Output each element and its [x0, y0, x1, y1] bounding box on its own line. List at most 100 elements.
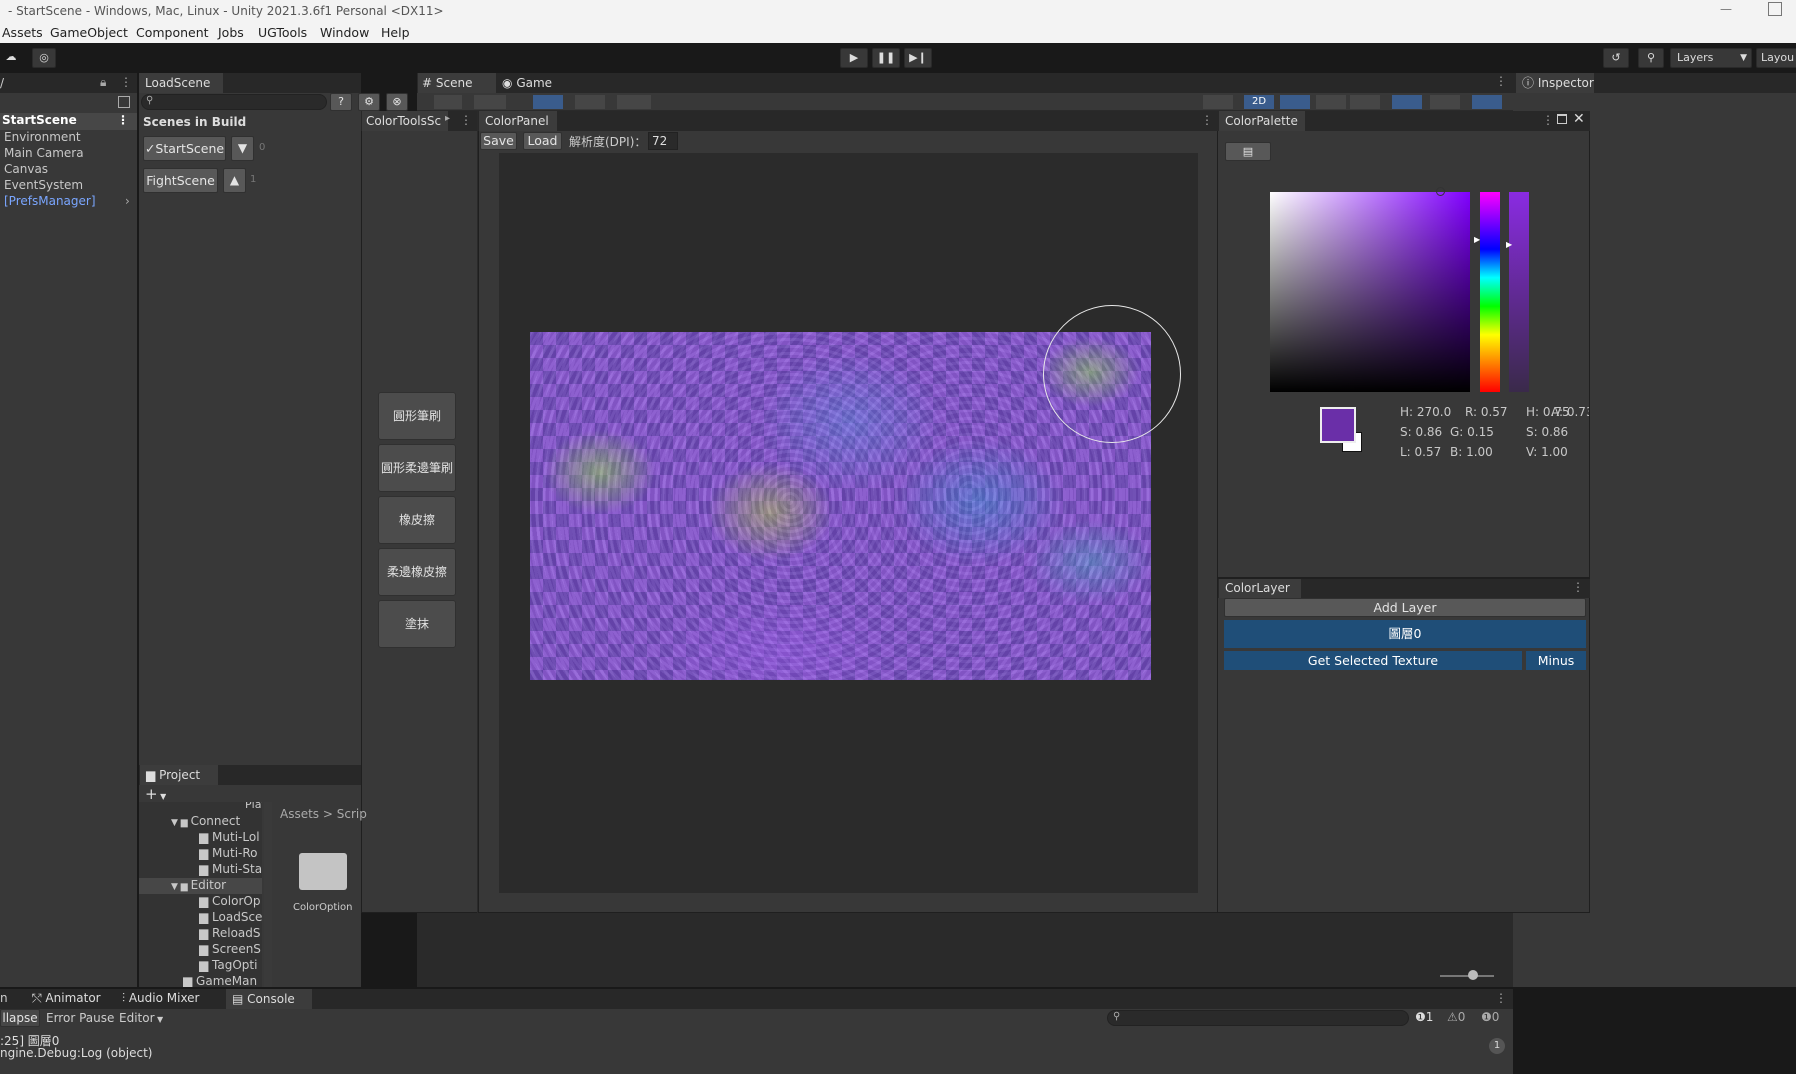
- tree-item-editor[interactable]: ▼ ▆ Editor: [139, 878, 262, 894]
- breadcrumb-scripts[interactable]: Scrip: [337, 807, 367, 821]
- dpi-input[interactable]: 72: [648, 132, 678, 150]
- hierarchy-item[interactable]: Environment: [4, 130, 81, 144]
- error-count-toggle[interactable]: ❶0: [1481, 1010, 1499, 1024]
- tab-color-palette[interactable]: ColorPalette: [1219, 111, 1305, 131]
- gizmo-button[interactable]: [434, 95, 462, 109]
- mode-2d-button[interactable]: 2D: [1244, 95, 1274, 109]
- chevron-right-icon[interactable]: ▸: [445, 113, 450, 124]
- pause-button[interactable]: ❚❚: [872, 48, 900, 68]
- hue-slider-handle[interactable]: ▶: [1474, 235, 1480, 244]
- close-circle-icon[interactable]: ⊗: [386, 93, 408, 111]
- tab-game[interactable]: ◉ Game: [498, 73, 568, 93]
- tree-item[interactable]: ▆ LoadSce: [199, 910, 262, 924]
- palette-mode-button[interactable]: ▤: [1225, 142, 1271, 161]
- tab-color-tools[interactable]: ColorToolsSc: [362, 111, 448, 131]
- load-scene-search[interactable]: ⚲: [141, 94, 327, 110]
- load-button[interactable]: Load: [523, 132, 562, 150]
- alpha-slider-handle[interactable]: ▶: [1506, 240, 1512, 249]
- tree-item[interactable]: ▆ Muti-Lol: [199, 830, 260, 844]
- warning-count-toggle[interactable]: ⚠0: [1447, 1010, 1465, 1024]
- tab-color-layer[interactable]: ColorLayer: [1219, 579, 1301, 598]
- more-options-icon[interactable]: ⋮: [460, 113, 472, 127]
- tab-scene[interactable]: # Scene: [418, 73, 496, 93]
- menu-help[interactable]: Help: [381, 25, 410, 40]
- console-log-line[interactable]: ngine.Debug:Log (object): [0, 1046, 152, 1060]
- breadcrumb-assets[interactable]: Assets: [280, 807, 319, 821]
- collab-icon[interactable]: ◎: [32, 48, 56, 68]
- audio-button[interactable]: [1316, 95, 1346, 109]
- tool-smudge[interactable]: 塗抹: [378, 600, 456, 648]
- more-options-icon[interactable]: ⋮: [1201, 113, 1213, 127]
- lighting-button[interactable]: [1280, 95, 1310, 109]
- hierarchy-item-prefs-manager[interactable]: [PrefsManager]: [4, 194, 96, 208]
- maximize-button[interactable]: [1768, 2, 1782, 16]
- tab-audio-mixer[interactable]: ⫶ Audio Mixer: [122, 991, 200, 1006]
- tree-item[interactable]: ▆ ColorOp: [199, 894, 260, 908]
- chevron-right-icon[interactable]: ›: [125, 194, 130, 208]
- hierarchy-item[interactable]: EventSystem: [4, 178, 83, 192]
- layout-dropdown[interactable]: Layou: [1756, 48, 1796, 68]
- tool-circle-brush[interactable]: 圓形筆刷: [378, 392, 456, 440]
- tab-color-panel[interactable]: ColorPanel: [479, 111, 557, 131]
- search-icon[interactable]: ⚲: [1638, 48, 1664, 68]
- gizmos-button[interactable]: [1472, 95, 1502, 109]
- menu-gameobject[interactable]: GameObject: [50, 25, 128, 40]
- tree-item[interactable]: ▆ TagOpti: [199, 958, 257, 972]
- error-pause-button[interactable]: Error Pause: [46, 1011, 114, 1025]
- collapse-button[interactable]: llapse: [0, 1009, 40, 1027]
- step-button[interactable]: ▶❙: [904, 48, 932, 68]
- layers-dropdown[interactable]: Layers ▼: [1670, 48, 1752, 68]
- maximize-icon[interactable]: [1557, 114, 1567, 124]
- menu-ugtools[interactable]: UGTools: [258, 25, 307, 40]
- menu-assets[interactable]: Assets: [2, 25, 43, 40]
- hierarchy-tab-fragment[interactable]: /: [0, 76, 4, 90]
- scene-button-startscene[interactable]: ✓StartScene: [143, 136, 226, 161]
- tool-eraser[interactable]: 橡皮擦: [378, 496, 456, 544]
- tab-inspector[interactable]: ⓘ Inspector: [1516, 73, 1594, 93]
- minus-button[interactable]: Minus: [1526, 651, 1586, 670]
- tree-item[interactable]: ▆ Muti-Sta: [199, 862, 262, 876]
- gear-icon[interactable]: ⚙: [358, 93, 380, 111]
- snap-button[interactable]: [575, 95, 605, 109]
- play-button[interactable]: ▶: [840, 48, 868, 68]
- tab-project[interactable]: ▆ Project: [140, 765, 218, 785]
- grid-snap-button[interactable]: [533, 95, 563, 109]
- hierarchy-item[interactable]: Canvas: [4, 162, 48, 176]
- camera-button[interactable]: [1430, 95, 1460, 109]
- save-button[interactable]: Save: [480, 132, 517, 150]
- more-options-icon[interactable]: ⋮: [117, 113, 129, 127]
- hue-slider[interactable]: [1480, 192, 1500, 392]
- console-search[interactable]: ⚲: [1107, 1010, 1409, 1026]
- add-layer-button[interactable]: Add Layer: [1224, 598, 1586, 617]
- tab-console[interactable]: ▤ Console: [226, 989, 312, 1009]
- zoom-slider-handle[interactable]: [1468, 970, 1478, 980]
- layer-item-selected[interactable]: 圖層0: [1224, 620, 1586, 648]
- help-icon[interactable]: ?: [330, 93, 352, 111]
- tool-soft-circle-brush[interactable]: 圓形柔邊筆刷: [378, 444, 456, 492]
- more-options-icon[interactable]: ⋮: [120, 75, 132, 89]
- scene-camera-button[interactable]: [1203, 95, 1233, 109]
- tool-soft-eraser[interactable]: 柔邊橡皮擦: [378, 548, 456, 596]
- lock-icon[interactable]: 🔒︎: [100, 75, 106, 90]
- menu-window[interactable]: Window: [320, 25, 369, 40]
- scene-button-fightscene[interactable]: FightScene: [143, 168, 218, 193]
- tree-item[interactable]: ▆ ScreenS: [199, 942, 261, 956]
- folder-icon[interactable]: [299, 853, 347, 890]
- cloud-icon[interactable]: ☁: [0, 48, 22, 68]
- tab-animator[interactable]: ⤲ Animator: [32, 991, 101, 1006]
- scene-visibility-icon[interactable]: [118, 96, 130, 108]
- menu-component[interactable]: Component: [136, 25, 209, 40]
- saturation-value-picker[interactable]: [1270, 192, 1470, 392]
- more-options-icon[interactable]: ⋮: [1495, 991, 1507, 1005]
- project-tree-scrollbar[interactable]: [264, 802, 272, 987]
- get-selected-texture-button[interactable]: Get Selected Texture: [1224, 651, 1522, 670]
- scene-order-button[interactable]: ▼: [231, 136, 254, 161]
- create-button[interactable]: + ▼: [145, 785, 166, 803]
- hierarchy-item[interactable]: Main Camera: [4, 146, 84, 160]
- alpha-slider[interactable]: [1509, 192, 1529, 392]
- editor-dropdown[interactable]: Editor ▼: [119, 1011, 163, 1025]
- hidden-button[interactable]: [1392, 95, 1422, 109]
- tree-item[interactable]: ▆ Muti-Ro: [199, 846, 258, 860]
- more-options-icon[interactable]: ⋮: [1542, 113, 1554, 127]
- primary-color-swatch[interactable]: [1320, 407, 1356, 443]
